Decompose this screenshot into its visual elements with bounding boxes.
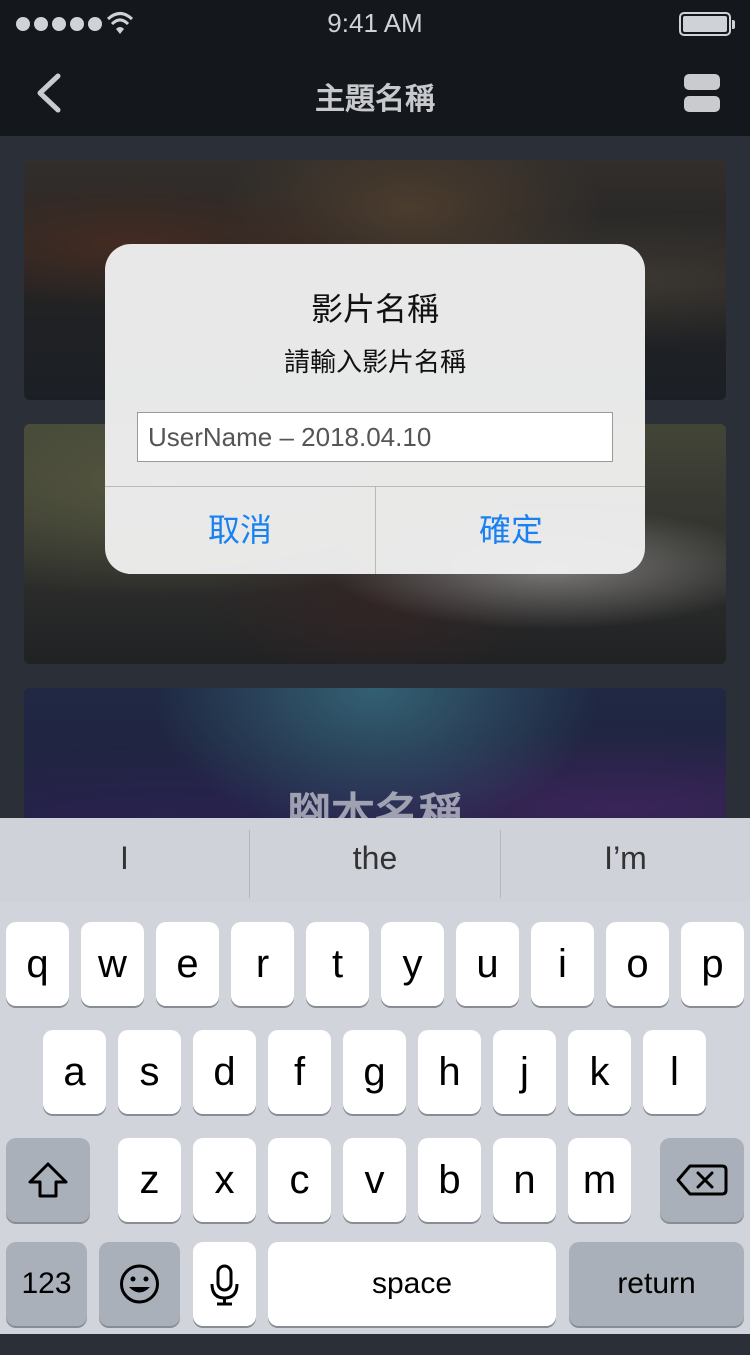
status-time: 9:41 AM <box>327 8 423 38</box>
key-s[interactable]: s <box>118 1030 181 1114</box>
menu-icon[interactable] <box>684 74 720 112</box>
return-key[interactable]: return <box>569 1242 744 1326</box>
key-g[interactable]: g <box>343 1030 406 1114</box>
page-title: 主題名稱 <box>315 83 435 116</box>
key-p[interactable]: p <box>681 922 744 1006</box>
dialog-title: 影片名稱 <box>310 291 439 327</box>
emoji-key[interactable] <box>99 1242 180 1326</box>
delete-key[interactable] <box>660 1138 744 1222</box>
video-name-input[interactable] <box>137 412 613 462</box>
battery-icon <box>679 12 735 36</box>
key-z[interactable]: z <box>118 1138 181 1222</box>
suggestion-item[interactable]: I <box>0 818 249 902</box>
space-key[interactable]: space <box>268 1242 556 1326</box>
suggestion-item[interactable]: I’m <box>501 818 750 902</box>
numbers-key[interactable]: 123 <box>6 1242 87 1326</box>
key-r[interactable]: r <box>231 922 294 1006</box>
key-c[interactable]: c <box>268 1138 331 1222</box>
key-h[interactable]: h <box>418 1030 481 1114</box>
key-t[interactable]: t <box>306 922 369 1006</box>
key-a[interactable]: a <box>43 1030 106 1114</box>
dictation-key[interactable] <box>193 1242 256 1326</box>
key-l[interactable]: l <box>643 1030 706 1114</box>
key-w[interactable]: w <box>81 922 144 1006</box>
key-k[interactable]: k <box>568 1030 631 1114</box>
keyboard: I the I’m q w e r t y u i o p a s d f g … <box>0 818 750 1334</box>
confirm-button[interactable]: 確定 <box>376 487 645 574</box>
suggestion-bar: I the I’m <box>0 818 750 902</box>
key-i[interactable]: i <box>531 922 594 1006</box>
key-f[interactable]: f <box>268 1030 331 1114</box>
key-n[interactable]: n <box>493 1138 556 1222</box>
key-e[interactable]: e <box>156 922 219 1006</box>
cancel-button[interactable]: 取消 <box>105 487 375 574</box>
shift-key[interactable] <box>6 1138 90 1222</box>
key-m[interactable]: m <box>568 1138 631 1222</box>
key-v[interactable]: v <box>343 1138 406 1222</box>
status-bar: 9:41 AM <box>0 0 750 50</box>
dialog-message: 請輸入影片名稱 <box>283 347 466 377</box>
key-x[interactable]: x <box>193 1138 256 1222</box>
key-d[interactable]: d <box>193 1030 256 1114</box>
microphone-icon <box>210 1264 239 1306</box>
key-q[interactable]: q <box>6 922 69 1006</box>
shift-arrow-icon <box>28 1162 68 1198</box>
key-y[interactable]: y <box>381 922 444 1006</box>
backspace-icon <box>676 1164 728 1196</box>
key-b[interactable]: b <box>418 1138 481 1222</box>
emoji-icon <box>120 1264 159 1304</box>
rename-dialog: 影片名稱 請輸入影片名稱 取消 確定 <box>105 244 645 574</box>
key-o[interactable]: o <box>606 922 669 1006</box>
suggestion-item[interactable]: the <box>250 818 500 902</box>
navigation-bar: 主題名稱 <box>0 50 750 136</box>
key-j[interactable]: j <box>493 1030 556 1114</box>
key-u[interactable]: u <box>456 922 519 1006</box>
